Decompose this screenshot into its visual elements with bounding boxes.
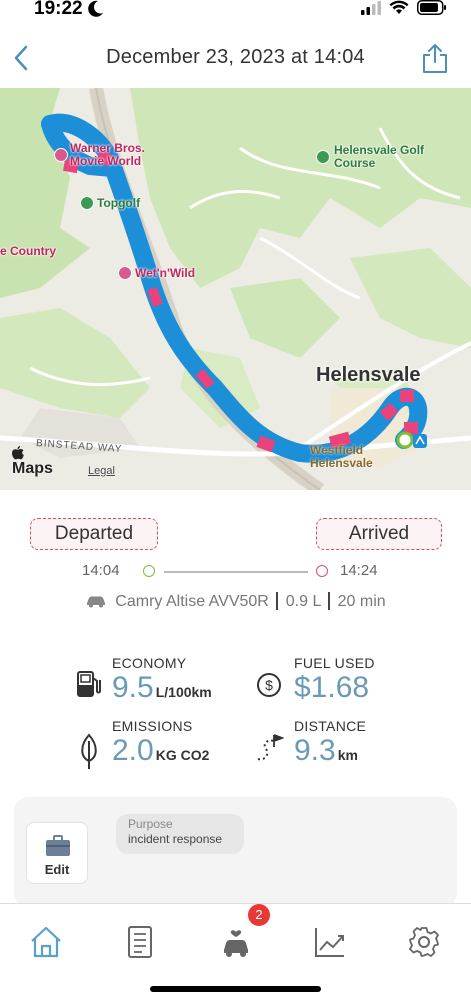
edit-purpose-button[interactable]: Edit [26,822,88,884]
map-label-country: e Country [0,244,57,258]
map-label-helensvale: Helensvale [316,364,421,386]
divider [276,592,279,610]
wifi-icon [389,0,409,20]
battery-icon [417,0,447,20]
arrived-time: 14:24 [340,562,378,579]
map-label-helensvale-golf: Helensvale Golf Course [316,144,426,170]
purpose-label: Purpose [128,817,173,831]
dollar-coin-icon: $ [256,672,282,703]
back-button[interactable] [6,42,38,74]
emissions-value: 2.0 [112,734,154,767]
tab-settings[interactable] [404,922,444,962]
fuel-amount: 0.9 L [285,593,321,610]
economy-stat: ECONOMY 9.5 L/100km [112,655,212,705]
chart-trend-icon [315,928,344,957]
trip-duration: 20 min [337,593,386,610]
departed-time: 14:04 [82,562,120,579]
economy-unit: L/100km [155,684,212,700]
moon-icon [88,0,104,23]
trip-map[interactable]: Warner Bros. Movie World Topgolf e Count… [0,88,471,490]
share-button[interactable] [421,42,449,74]
map-label-topgolf: Topgolf [80,196,140,210]
car-heart-icon [224,930,248,957]
vehicles-notification-badge: 2 [248,904,270,926]
chevron-left-icon [14,45,28,71]
signal-icon [361,0,381,20]
end-dot-icon [316,565,328,577]
tab-home[interactable] [26,922,66,962]
map-label-warner: Warner Bros. Movie World [54,142,164,168]
arrived-badge: Arrived [316,518,442,550]
distance-label: DISTANCE [294,718,367,734]
home-indicator [150,986,321,992]
vehicle-summary: Camry Altise AVV50R 0.9 L 20 min [0,592,471,613]
leaf-icon [78,733,100,776]
apple-logo-icon [12,446,24,460]
fuel-used-label: FUEL USED [294,655,375,671]
emissions-stat: EMISSIONS 2.0 KG CO2 [112,718,209,768]
map-label-westfield: Westfield Helensvale [310,443,373,470]
divider [328,592,331,610]
distance-stat: DISTANCE 9.3 km [294,718,366,768]
tab-trips[interactable] [120,922,160,962]
start-dot-icon [143,565,155,577]
route-flag-icon [254,733,285,768]
map-label-wetnwild: Wet'n'Wild [118,266,195,280]
purpose-value: incident response [128,832,223,846]
share-icon [423,44,447,73]
fuel-pump-icon [76,668,102,703]
svg-text:$: $ [265,677,273,693]
car-icon [85,594,107,613]
departed-badge: Departed [30,518,158,550]
home-icon [31,926,61,958]
timeline-line [164,571,308,573]
nav-bar: December 23, 2023 at 14:04 [0,30,471,86]
vehicle-name: Camry Altise AVV50R [115,593,269,610]
distance-unit: km [337,747,358,763]
fuel-used-stat: FUEL USED $1.68 [294,655,375,705]
status-bar: 19:22 [0,0,471,28]
gear-icon [409,927,439,957]
distance-value: 9.3 [294,734,336,767]
emissions-label: EMISSIONS [112,718,193,734]
maps-legal-link[interactable]: Legal [88,465,115,477]
maps-attribution: Maps [12,446,53,478]
status-time: 19:22 [34,0,83,19]
tab-vehicles[interactable] [216,922,256,962]
fuel-used-value: $1.68 [294,671,370,704]
economy-label: ECONOMY [112,655,187,671]
briefcase-icon [46,835,70,856]
purpose-chip[interactable]: Purpose incident response [116,814,244,854]
page-title: December 23, 2023 at 14:04 [106,46,365,68]
tab-reports[interactable] [310,922,350,962]
economy-value: 9.5 [112,671,154,704]
receipt-icon [128,926,152,958]
edit-label: Edit [44,862,70,877]
emissions-unit: KG CO2 [155,747,210,763]
